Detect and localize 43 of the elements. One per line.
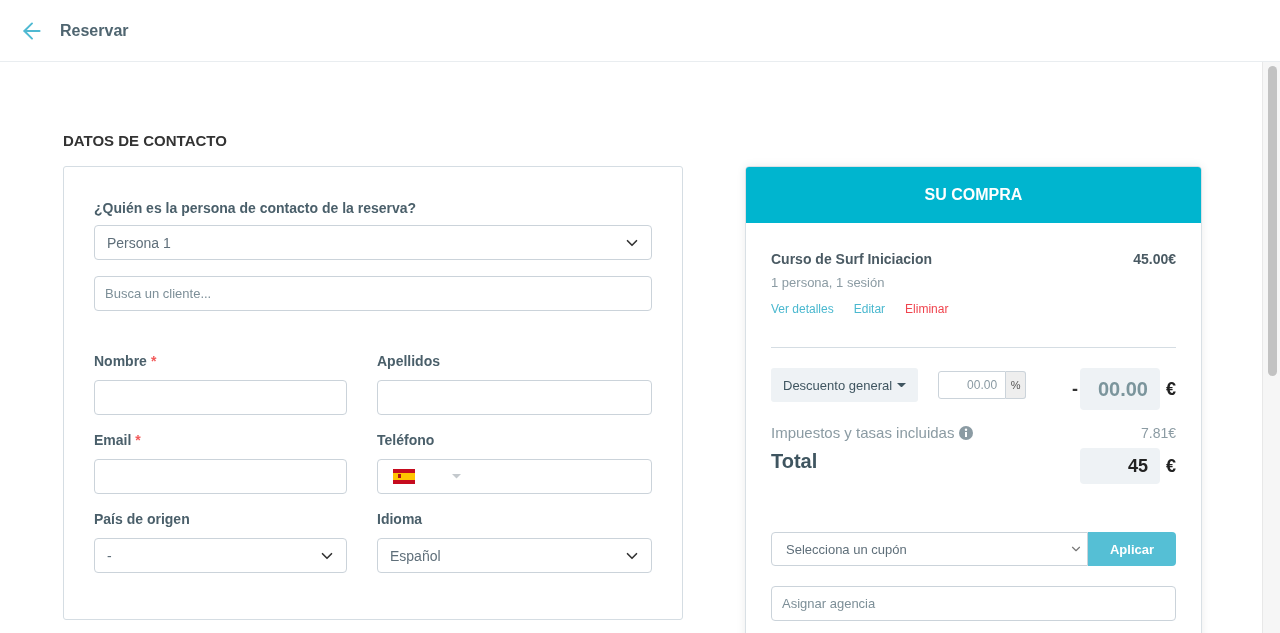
taxes-value: 7.81€ [1140,425,1176,441]
scrollbar[interactable] [1262,62,1280,633]
field-label: Idioma [377,510,423,528]
page-title: Reservar [60,21,129,40]
item-details: 1 persona, 1 sesión [771,275,886,291]
discount-amount-display: 00.00 [1080,368,1160,410]
taxes-label: Impuestos y tasas incluidas [771,424,955,442]
field-label: ¿Quién es la persona de contacto de la reserva? [94,199,417,217]
discount-percent-field[interactable]: 00.00 [938,371,1007,399]
spain-flag-icon [393,469,415,484]
caret-icon [452,474,461,479]
item-name: Curso de Surf Iniciacion [771,250,933,268]
scrollbar-thumb[interactable] [1268,66,1277,376]
contact-person-select[interactable]: Persona 1 [94,225,652,260]
delete-link[interactable]: Eliminar [905,301,949,317]
select-field[interactable]: Español [377,538,652,573]
percent-addon: % [1006,371,1027,399]
field-label: Nombre [94,352,147,370]
item-price: 45.00€ [1133,250,1176,268]
caret-icon [897,382,907,388]
currency-symbol: € [1166,455,1176,477]
section-heading: DATOS DE CONTACTO [63,132,228,150]
info-icon[interactable] [959,426,974,440]
coupon-select[interactable]: Selecciona un cupón [771,532,1088,566]
purchase-header: SU COMPRA [746,167,1201,223]
text-input-field[interactable] [377,380,652,415]
select-field[interactable]: - [94,538,347,573]
field-label: Apellidos [377,352,440,370]
phone-field[interactable] [377,459,652,494]
currency-symbol: € [1166,378,1176,400]
required-mark: * [135,431,141,449]
client-search-field[interactable]: Busca un cliente... [94,276,652,311]
agency-field[interactable]: Asignar agencia [771,586,1176,621]
required-mark: * [150,352,157,370]
field-label: Email [94,431,132,449]
discount-type-button[interactable]: Descuento general [771,368,919,402]
field-label: País de origen [94,510,190,528]
total-label: Total [771,449,818,474]
text-input-field[interactable] [94,459,347,494]
total-amount-display: 45 [1080,448,1160,484]
minus-sign: - [1072,378,1078,400]
text-input-field[interactable] [94,380,347,415]
field-label: Teléfono [377,431,435,449]
